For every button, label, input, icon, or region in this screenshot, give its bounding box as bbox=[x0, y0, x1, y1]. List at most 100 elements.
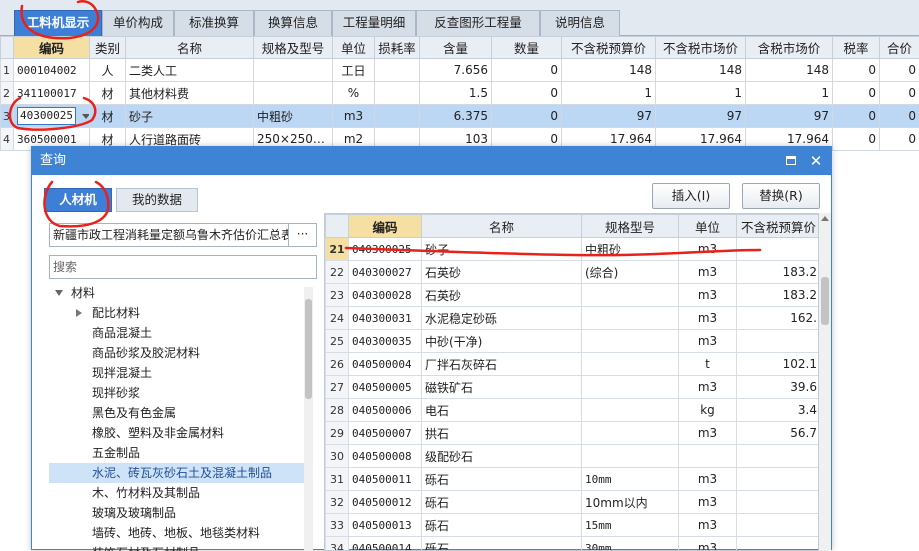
cell-price[interactable]: 3.4 bbox=[737, 399, 820, 422]
cell-unit[interactable]: t bbox=[679, 353, 737, 376]
cell-unit[interactable] bbox=[679, 445, 737, 468]
cell-price[interactable]: 183.2 bbox=[737, 284, 820, 307]
cell-tax[interactable]: 0 bbox=[833, 82, 880, 105]
tree-item[interactable]: 商品砂浆及胶泥材料 bbox=[49, 343, 305, 363]
tree-item[interactable]: 五金制品 bbox=[49, 443, 305, 463]
cell-price[interactable]: 56.7 bbox=[737, 422, 820, 445]
cell-spec[interactable] bbox=[582, 284, 679, 307]
cell-unit[interactable]: m3 bbox=[679, 261, 737, 284]
cell-code[interactable]: 040300025 bbox=[349, 238, 422, 261]
cell-name[interactable]: 磁铁矿石 bbox=[422, 376, 582, 399]
tree-item[interactable]: 现拌混凝土 bbox=[49, 363, 305, 383]
cell-price[interactable] bbox=[737, 537, 820, 551]
tree-item[interactable]: 商品混凝土 bbox=[49, 323, 305, 343]
cell-code[interactable]: 040300027 bbox=[349, 261, 422, 284]
cell-unit[interactable]: m3 bbox=[679, 238, 737, 261]
cell-quantity[interactable]: 0 bbox=[492, 82, 562, 105]
cell-market-tax[interactable]: 1 bbox=[746, 82, 833, 105]
cell-total[interactable]: 0 bbox=[880, 59, 919, 82]
tree-node-materials[interactable]: 材料 bbox=[49, 283, 305, 303]
result-row[interactable]: 27 040500005 磁铁矿石 m3 39.6 bbox=[326, 376, 820, 399]
cell-name[interactable]: 其他材料费 bbox=[126, 82, 254, 105]
result-row[interactable]: 22 040300027 石英砂 (综合) m3 183.2 bbox=[326, 261, 820, 284]
cell-category[interactable]: 材 bbox=[90, 105, 126, 128]
cell-name[interactable]: 砾石 bbox=[422, 491, 582, 514]
col-code[interactable]: 编码 bbox=[14, 37, 90, 59]
col-unit[interactable]: 单位 bbox=[679, 215, 737, 238]
col-quantity[interactable]: 数量 bbox=[492, 37, 562, 59]
cell-spec[interactable] bbox=[582, 353, 679, 376]
scroll-up-icon[interactable] bbox=[821, 216, 829, 221]
cell-code[interactable]: 341100017 bbox=[14, 82, 90, 105]
cell-spec[interactable] bbox=[254, 82, 333, 105]
cell-unit[interactable]: kg bbox=[679, 399, 737, 422]
cell-name[interactable]: 砾石 bbox=[422, 468, 582, 491]
table-row[interactable]: 2 341100017 材 其他材料费 % 1.5 0 1 1 1 0 0 bbox=[1, 82, 919, 105]
tab-conversion-info[interactable]: 换算信息 bbox=[254, 10, 332, 36]
cell-price[interactable] bbox=[737, 238, 820, 261]
tree-item[interactable]: 橡胶、塑料及非金属材料 bbox=[49, 423, 305, 443]
cell-budget[interactable]: 1 bbox=[562, 82, 656, 105]
cell-spec[interactable] bbox=[582, 376, 679, 399]
cell-code-editor[interactable]: 40300025 bbox=[14, 105, 90, 128]
cell-price[interactable] bbox=[737, 330, 820, 353]
cell-code[interactable]: 040500013 bbox=[349, 514, 422, 537]
col-budget-price[interactable]: 不含税预算价 bbox=[737, 215, 820, 238]
cell-total[interactable]: 0 bbox=[880, 105, 919, 128]
cell-price[interactable] bbox=[737, 491, 820, 514]
cell-price[interactable]: 162. bbox=[737, 307, 820, 330]
close-button[interactable]: ✕ bbox=[806, 151, 826, 171]
cell-category[interactable]: 材 bbox=[90, 82, 126, 105]
tree-item-selected[interactable]: 水泥、砖瓦灰砂石土及混凝土制品 bbox=[49, 463, 305, 483]
scrollbar-thumb[interactable] bbox=[305, 299, 312, 399]
cell-total[interactable]: 0 bbox=[880, 128, 919, 151]
cell-price[interactable]: 39.6 bbox=[737, 376, 820, 399]
col-code[interactable]: 编码 bbox=[349, 215, 422, 238]
tree-item[interactable]: 现拌砂浆 bbox=[49, 383, 305, 403]
cell-content[interactable]: 1.5 bbox=[420, 82, 492, 105]
cell-market-tax[interactable]: 97 bbox=[746, 105, 833, 128]
tab-unit-price[interactable]: 单价构成 bbox=[102, 10, 174, 36]
tree-scrollbar[interactable] bbox=[304, 287, 313, 551]
result-row[interactable]: 23 040300028 石英砂 m3 183.2 bbox=[326, 284, 820, 307]
tree-item[interactable]: 玻璃及玻璃制品 bbox=[49, 503, 305, 523]
cell-content[interactable]: 7.656 bbox=[420, 59, 492, 82]
cell-market-tax[interactable]: 148 bbox=[746, 59, 833, 82]
cell-market[interactable]: 148 bbox=[656, 59, 746, 82]
col-name[interactable]: 名称 bbox=[422, 215, 582, 238]
cell-spec[interactable] bbox=[582, 307, 679, 330]
cell-name[interactable]: 砂子 bbox=[126, 105, 254, 128]
cell-unit[interactable]: m3 bbox=[679, 537, 737, 551]
cell-market[interactable]: 97 bbox=[656, 105, 746, 128]
col-content[interactable]: 含量 bbox=[420, 37, 492, 59]
cell-name[interactable]: 二类人工 bbox=[126, 59, 254, 82]
tab-standard-conversion[interactable]: 标准换算 bbox=[174, 10, 254, 36]
result-row[interactable]: 28 040500006 电石 kg 3.4 bbox=[326, 399, 820, 422]
cell-unit[interactable]: m3 bbox=[679, 376, 737, 399]
col-budget-price[interactable]: 不含税预算价 bbox=[562, 37, 656, 59]
cell-unit[interactable]: m3 bbox=[679, 284, 737, 307]
cell-name[interactable]: 厂拌石灰碎石 bbox=[422, 353, 582, 376]
cell-code[interactable]: 040500007 bbox=[349, 422, 422, 445]
cell-price[interactable] bbox=[737, 445, 820, 468]
code-edit-field[interactable]: 40300025 bbox=[17, 107, 76, 125]
result-scrollbar[interactable] bbox=[819, 213, 831, 551]
cell-unit[interactable]: m3 bbox=[333, 105, 375, 128]
cell-spec[interactable]: (综合) bbox=[582, 261, 679, 284]
cell-quantity[interactable]: 0 bbox=[492, 59, 562, 82]
cell-budget[interactable]: 148 bbox=[562, 59, 656, 82]
cell-name[interactable]: 砂子 bbox=[422, 238, 582, 261]
cell-unit[interactable]: % bbox=[333, 82, 375, 105]
result-row[interactable]: 33 040500013 砾石 15mm m3 bbox=[326, 514, 820, 537]
cell-category[interactable]: 人 bbox=[90, 59, 126, 82]
cell-spec[interactable]: 10mm以内 bbox=[582, 491, 679, 514]
tree-item[interactable]: 墙砖、地砖、地板、地毯类材料 bbox=[49, 523, 305, 543]
cell-spec[interactable] bbox=[582, 399, 679, 422]
cell-budget[interactable]: 97 bbox=[562, 105, 656, 128]
col-loss-rate[interactable]: 损耗率 bbox=[375, 37, 420, 59]
tab-labor-material-machine[interactable]: 人材机 bbox=[44, 188, 112, 212]
cell-spec[interactable]: 15mm bbox=[582, 514, 679, 537]
cell-price[interactable] bbox=[737, 468, 820, 491]
cell-code[interactable]: 040300035 bbox=[349, 330, 422, 353]
replace-button[interactable]: 替换(R) bbox=[742, 183, 820, 209]
